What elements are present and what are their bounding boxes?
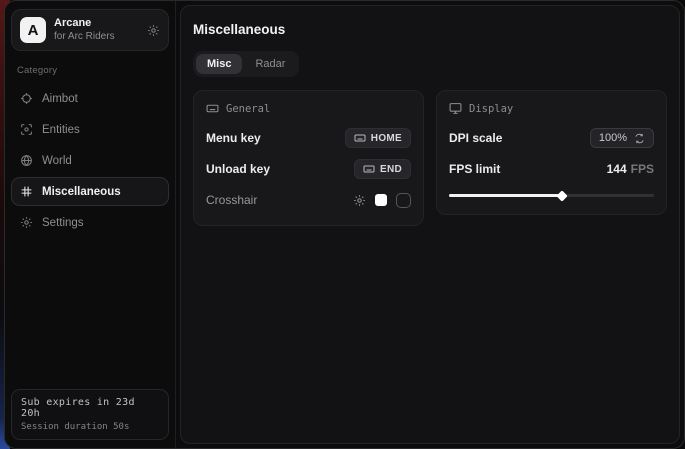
fps-limit-row: FPS limit 144 FPS: [449, 157, 654, 181]
crosshair-row: Crosshair: [206, 188, 411, 212]
sub-expires-text: Sub expires in 23d 20h: [21, 397, 159, 419]
unload-key-row: Unload key END: [206, 157, 411, 181]
menu-key-row: Menu key HOME: [206, 126, 411, 150]
display-card-header: Display: [449, 102, 654, 115]
general-card-header: General: [206, 102, 411, 115]
fps-limit-slider[interactable]: [449, 189, 654, 201]
tab-misc[interactable]: Misc: [196, 54, 242, 74]
display-card-title: Display: [469, 103, 513, 115]
display-card: Display DPI scale 100%: [436, 90, 667, 215]
dpi-scale-row: DPI scale 100%: [449, 126, 654, 150]
dpi-scale-value: 100%: [599, 132, 627, 144]
crosshair-label: Crosshair: [206, 193, 257, 207]
globe-icon: [20, 154, 33, 167]
unload-key-button[interactable]: END: [354, 159, 411, 179]
app-logo: A: [20, 17, 46, 43]
fps-limit-label: FPS limit: [449, 162, 500, 176]
tab-bar: Misc Radar: [193, 51, 299, 77]
menu-key-button[interactable]: HOME: [345, 128, 411, 148]
cycle-icon: [634, 133, 645, 144]
unload-key-label: Unload key: [206, 162, 270, 176]
crosshair-checkbox[interactable]: [396, 193, 411, 208]
sidebar-item-label: Entities: [42, 124, 80, 136]
fps-number: 144: [607, 162, 627, 176]
crosshair-icon: [20, 92, 33, 105]
keyboard-icon: [354, 132, 366, 144]
general-card: General Menu key HOME Unload key: [193, 90, 424, 226]
sidebar-item-aimbot[interactable]: Aimbot: [11, 84, 169, 113]
sidebar-nav: Aimbot Entities World: [11, 84, 169, 237]
gear-icon[interactable]: [353, 194, 366, 207]
sidebar-item-entities[interactable]: Entities: [11, 115, 169, 144]
sidebar-item-label: World: [42, 155, 72, 167]
app-name: Arcane: [54, 17, 139, 31]
unload-key-value: END: [380, 164, 402, 175]
keyboard-icon: [206, 102, 219, 115]
monitor-icon: [449, 102, 462, 115]
gear-icon[interactable]: [147, 24, 160, 37]
app-title-block: Arcane for Arc Riders: [54, 17, 139, 43]
tab-radar[interactable]: Radar: [244, 54, 296, 74]
category-label: Category: [17, 65, 163, 76]
crosshair-color-swatch[interactable]: [375, 194, 387, 206]
sidebar-item-label: Settings: [42, 217, 84, 229]
sidebar-item-miscellaneous[interactable]: Miscellaneous: [11, 177, 169, 206]
sidebar-item-settings[interactable]: Settings: [11, 208, 169, 237]
sidebar-item-label: Miscellaneous: [42, 186, 121, 198]
slider-fill: [449, 194, 562, 197]
dpi-scale-label: DPI scale: [449, 131, 502, 145]
crosshair-controls: [353, 193, 411, 208]
cards-row: General Menu key HOME Unload key: [193, 90, 667, 226]
sidebar-item-world[interactable]: World: [11, 146, 169, 175]
app-window: A Arcane for Arc Riders Category: [4, 0, 685, 449]
fps-unit: FPS: [631, 162, 654, 176]
subscription-card: Sub expires in 23d 20h Session duration …: [11, 389, 169, 440]
menu-key-label: Menu key: [206, 131, 261, 145]
general-card-title: General: [226, 103, 270, 115]
sidebar: A Arcane for Arc Riders Category: [5, 1, 176, 448]
dpi-scale-select[interactable]: 100%: [590, 128, 654, 148]
fps-limit-value: 144 FPS: [607, 162, 654, 176]
session-duration-text: Session duration 50s: [21, 422, 159, 432]
app-subtitle: for Arc Riders: [54, 31, 139, 44]
sidebar-item-label: Aimbot: [42, 93, 78, 105]
slider-thumb[interactable]: [556, 190, 567, 201]
main-panel: Miscellaneous Misc Radar General: [180, 5, 680, 444]
keyboard-icon: [363, 163, 375, 175]
app-header-card: A Arcane for Arc Riders: [11, 9, 169, 51]
gear-icon: [20, 216, 33, 229]
scan-icon: [20, 123, 33, 136]
grid-icon: [20, 185, 33, 198]
menu-key-value: HOME: [371, 133, 402, 144]
page-title: Miscellaneous: [193, 22, 667, 37]
